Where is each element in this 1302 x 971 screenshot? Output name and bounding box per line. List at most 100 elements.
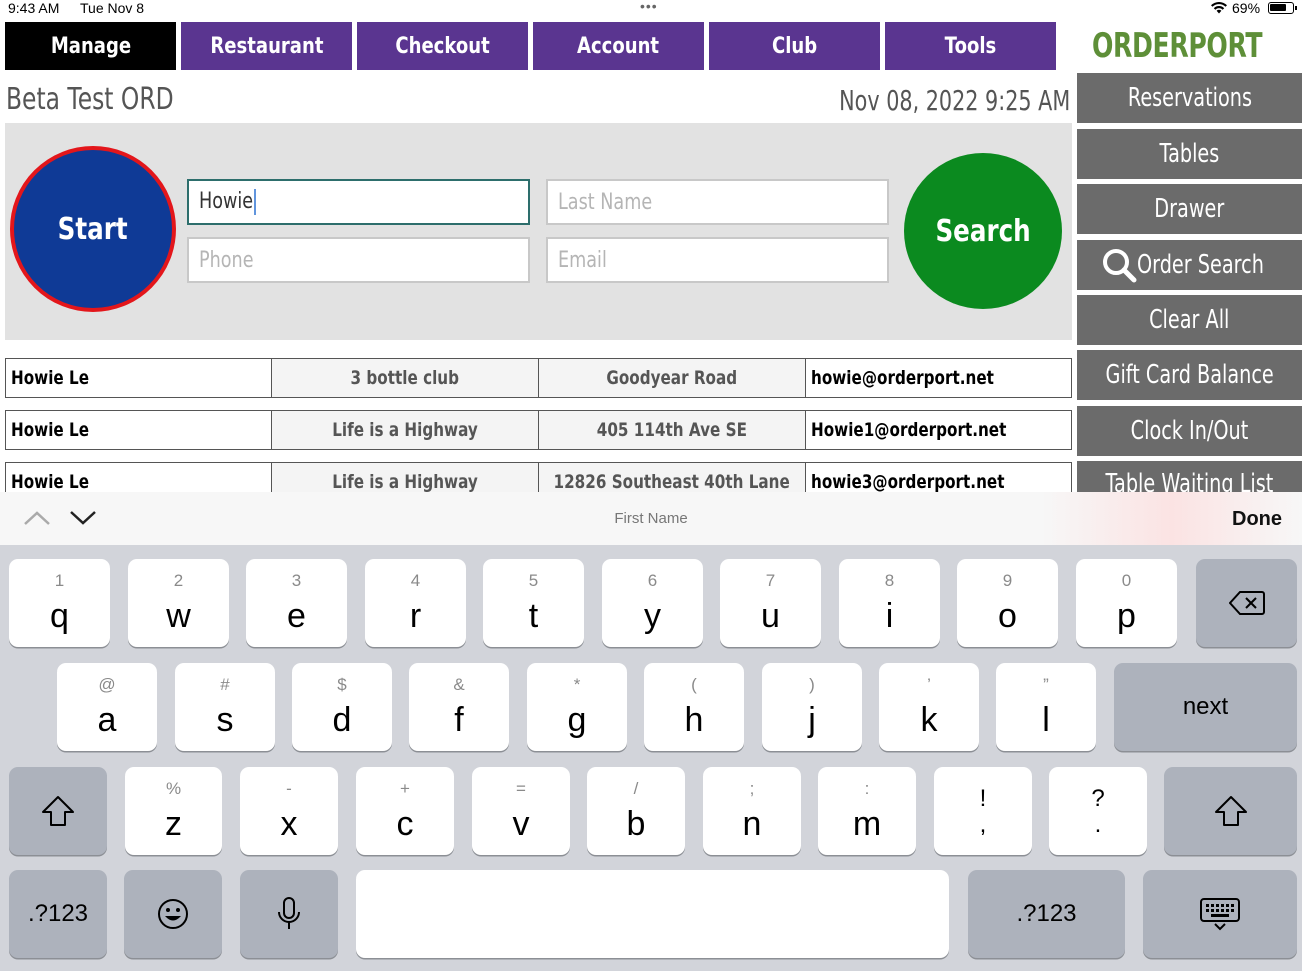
key-char: o — [998, 597, 1017, 635]
backspace-key[interactable] — [1196, 559, 1297, 647]
brand-name: ORDERPORT — [1092, 26, 1263, 66]
cell-text: howie3@orderport.net — [811, 471, 1005, 492]
key-m[interactable]: :m — [818, 767, 916, 855]
email-placeholder: Email — [558, 247, 607, 273]
emoji-key[interactable] — [124, 870, 222, 958]
tab-label: Account — [577, 33, 660, 59]
sidebar-item-table-waiting-list[interactable]: Table Waiting List — [1077, 461, 1302, 492]
key-r[interactable]: 4r — [365, 559, 466, 647]
key-char: e — [287, 597, 306, 635]
shift-key-left[interactable] — [9, 767, 107, 855]
key-j[interactable]: ) j — [762, 663, 862, 751]
done-button[interactable]: Done — [1232, 508, 1282, 531]
key-char: l — [1042, 701, 1050, 739]
key-u[interactable]: 7u — [720, 559, 821, 647]
key-char: n — [742, 805, 762, 843]
sidebar-item-label: Clock In/Out — [1130, 416, 1249, 446]
sidebar-item-gift-card-balance[interactable]: Gift Card Balance — [1077, 350, 1302, 400]
key-f[interactable]: & f — [409, 663, 509, 751]
key-o[interactable]: 9o — [957, 559, 1058, 647]
email-input[interactable]: Email — [546, 237, 889, 283]
dictation-key[interactable] — [240, 870, 338, 958]
key-alt: 8 — [884, 571, 895, 590]
sidebar-item-clock-in-out[interactable]: Clock In/Out — [1077, 406, 1302, 456]
key-t[interactable]: 5t — [483, 559, 584, 647]
key-v[interactable]: = v — [472, 767, 570, 855]
key-p[interactable]: 0p — [1076, 559, 1177, 647]
customer-name-cell: Howie Le — [5, 410, 272, 450]
key-question-period[interactable]: ?. — [1049, 767, 1147, 855]
cell-text: 405 114th Ave SE — [596, 419, 748, 441]
numbers-label: .?123 — [27, 900, 89, 927]
key-w[interactable]: 2w — [128, 559, 229, 647]
key-char: d — [332, 701, 352, 739]
key-i[interactable]: 8i — [839, 559, 940, 647]
sidebar-item-clear-all[interactable]: Clear All — [1077, 295, 1302, 345]
key-y[interactable]: 6y — [602, 559, 703, 647]
key-b[interactable]: / b — [587, 767, 685, 855]
cell-text: Howie Le — [11, 367, 90, 389]
key-g[interactable]: * g — [527, 663, 627, 751]
key-a[interactable]: @ a — [57, 663, 157, 751]
table-row[interactable]: Howie Le 3 bottle club Goodyear Road how… — [5, 358, 1072, 398]
first-name-input[interactable]: Howie — [187, 179, 530, 225]
key-alt: 2 — [173, 571, 184, 590]
key-exclamation-comma[interactable]: !, — [934, 767, 1032, 855]
shift-key-right[interactable] — [1164, 767, 1297, 855]
tab-label: Manage — [50, 33, 131, 59]
key-e[interactable]: 3e — [246, 559, 347, 647]
phone-input[interactable]: Phone — [187, 237, 530, 283]
last-name-input[interactable]: Last Name — [546, 179, 889, 225]
sidebar-item-drawer[interactable]: Drawer — [1077, 184, 1302, 234]
cell-text: Howie1@orderport.net — [811, 419, 1007, 441]
key-d[interactable]: $ d — [292, 663, 392, 751]
first-name-value: Howie — [199, 189, 256, 215]
tab-tools[interactable]: Tools — [885, 22, 1056, 70]
key-char: u — [761, 597, 780, 635]
sidebar-item-order-search[interactable]: Order Search — [1077, 240, 1302, 290]
key-c[interactable]: + c — [356, 767, 454, 855]
search-button[interactable]: Search — [904, 153, 1062, 309]
sidebar-item-reservations[interactable]: Reservations — [1077, 73, 1302, 123]
last-name-placeholder: Last Name — [558, 189, 653, 215]
key-n[interactable]: ; n — [703, 767, 801, 855]
key-char: z — [165, 805, 182, 843]
multitasking-dots[interactable]: ••• — [640, 0, 658, 14]
sidebar-item-tables[interactable]: Tables — [1077, 129, 1302, 179]
key-alt: + — [400, 779, 410, 798]
sidebar-item-label: Drawer — [1154, 194, 1225, 224]
club-cell: Life is a Highway — [271, 410, 539, 450]
key-s[interactable]: # s — [175, 663, 275, 751]
tab-checkout[interactable]: Checkout — [357, 22, 528, 70]
cell-text: Howie Le — [11, 471, 90, 492]
key-char: y — [644, 597, 661, 635]
status-bar: 9:43 AM Tue Nov 8 ••• 69% — [0, 0, 1302, 16]
key-l[interactable]: ” l — [996, 663, 1096, 751]
sidebar-item-label: Reservations — [1127, 83, 1252, 113]
email-cell: Howie1@orderport.net — [805, 410, 1072, 450]
numbers-key-left[interactable]: .?123 — [9, 870, 107, 958]
key-q[interactable]: 1q — [9, 559, 110, 647]
key-alt: 4 — [410, 571, 421, 590]
table-row[interactable]: Howie Le Life is a Highway 12826 Southea… — [5, 462, 1072, 492]
key-x[interactable]: -x — [240, 767, 338, 855]
next-key[interactable]: next — [1114, 663, 1297, 751]
key-char: m — [852, 805, 882, 843]
sidebar-item-label: Tables — [1159, 139, 1220, 169]
customer-name-cell: Howie Le — [5, 358, 272, 398]
key-h[interactable]: (h — [644, 663, 744, 751]
numbers-key-right[interactable]: .?123 — [968, 870, 1125, 958]
start-button[interactable]: Start — [10, 146, 176, 312]
tab-restaurant[interactable]: Restaurant — [181, 22, 352, 70]
key-char: t — [528, 597, 539, 635]
key-z[interactable]: % z — [125, 767, 222, 855]
on-screen-keyboard: 1q 2w 3e 4r 5t 6y 7u 8i 9o 0p @ a # s $ d &… — [0, 545, 1302, 971]
tab-account[interactable]: Account — [533, 22, 704, 70]
tab-manage[interactable]: Manage — [5, 22, 176, 70]
tab-club[interactable]: Club — [709, 22, 880, 70]
space-key[interactable] — [356, 870, 949, 958]
key-k[interactable]: ’ k — [879, 663, 979, 751]
hide-keyboard-key[interactable] — [1143, 870, 1297, 958]
battery-icon — [1268, 2, 1297, 14]
table-row[interactable]: Howie Le Life is a Highway 405 114th Ave… — [5, 410, 1072, 450]
